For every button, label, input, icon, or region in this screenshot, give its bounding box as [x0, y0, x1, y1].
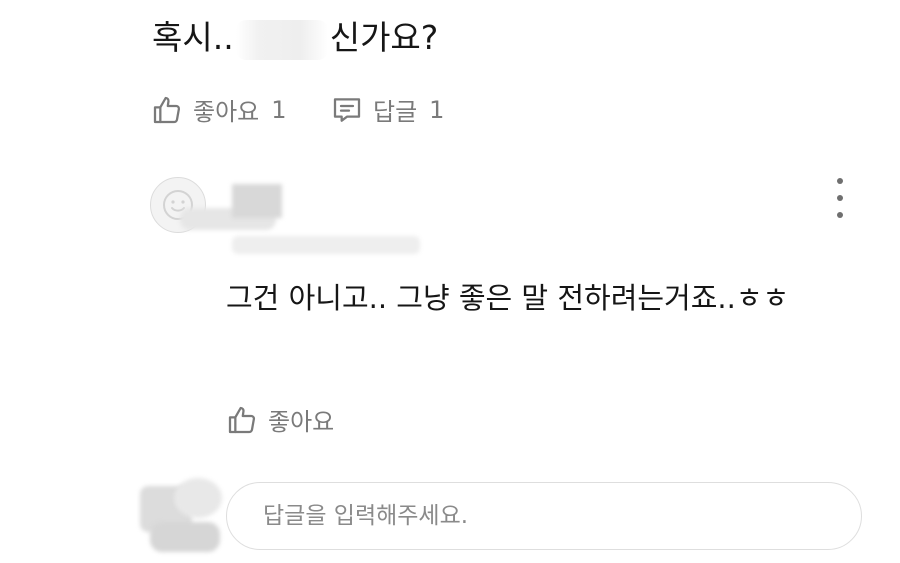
- comment-reply-button[interactable]: 답글 1: [331, 92, 444, 127]
- comment-text-end: 신가요?: [329, 18, 439, 57]
- redacted-text: [235, 19, 328, 60]
- redacted-avatar: [140, 478, 230, 556]
- reply-like-button[interactable]: 좋아요: [226, 402, 334, 437]
- thumbs-up-icon: [153, 96, 181, 123]
- like-label: 좋아요: [193, 98, 260, 126]
- comment-body: 혹시.. 신가요?: [152, 14, 438, 62]
- reply-input[interactable]: [226, 482, 862, 550]
- redacted-date: [232, 236, 420, 254]
- like-count: 1: [271, 95, 287, 124]
- comment-icon: [333, 97, 361, 122]
- comment-thread: 혹시.. 신가요? 좋아요 1 답글 1 그건 아니고.. 그냥 좋은 말 전하려…: [0, 0, 900, 563]
- redacted-author-block: [232, 184, 282, 218]
- reply-label: 답글: [373, 98, 418, 126]
- comment-text-start: 혹시..: [152, 18, 234, 57]
- reply-body: 그건 아니고.. 그냥 좋은 말 전하려는거죠..ㅎㅎ: [226, 281, 790, 315]
- like-label: 좋아요: [268, 408, 335, 436]
- thumbs-up-icon: [228, 406, 256, 433]
- comment-like-button[interactable]: 좋아요 1: [151, 92, 287, 127]
- more-options-icon[interactable]: [826, 178, 854, 218]
- reply-count: 1: [429, 95, 445, 124]
